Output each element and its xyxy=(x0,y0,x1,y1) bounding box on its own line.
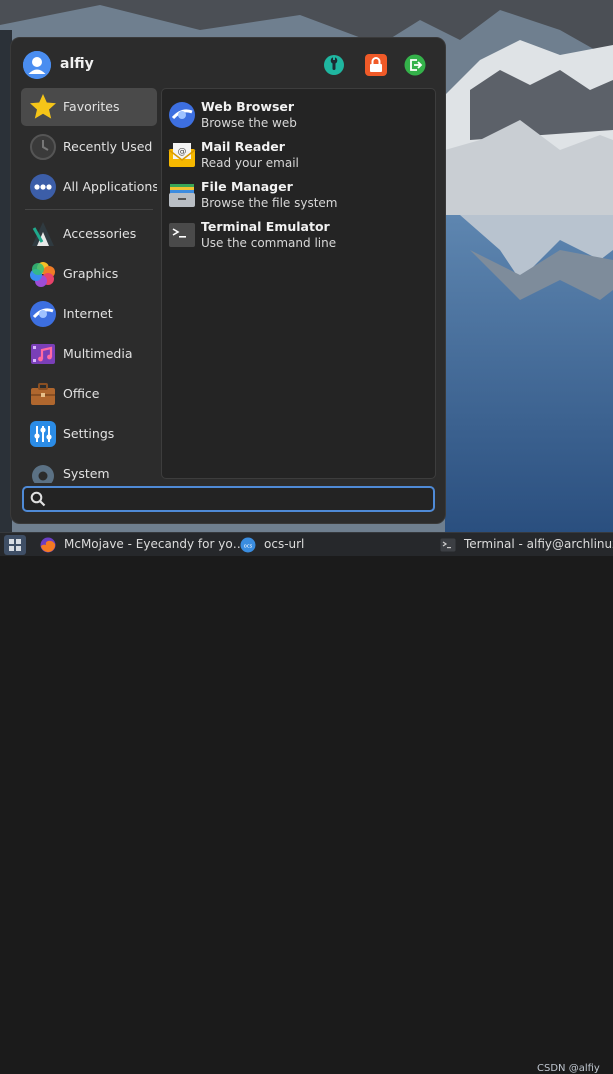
category-system[interactable]: System xyxy=(21,455,157,483)
lock-screen-button[interactable] xyxy=(365,54,387,76)
settings-manager-button[interactable] xyxy=(323,54,345,76)
firefox-icon xyxy=(40,537,56,553)
clock-icon xyxy=(29,133,57,161)
application-menu: alfiy Favorites Recently Used All Applic… xyxy=(10,37,446,524)
category-favorites[interactable]: Favorites xyxy=(21,88,157,126)
category-recently-used[interactable]: Recently Used xyxy=(21,128,157,166)
log-out-button[interactable] xyxy=(404,54,426,76)
category-multimedia[interactable]: Multimedia xyxy=(21,335,157,373)
category-accessories[interactable]: Accessories xyxy=(21,215,157,253)
menu-launcher-button[interactable] xyxy=(4,535,26,555)
terminal-icon xyxy=(440,537,456,553)
lock-icon xyxy=(365,54,387,76)
svg-text:ocs: ocs xyxy=(244,544,253,550)
taskbar-item-ocs-url[interactable]: ocs ocs-url xyxy=(240,533,340,556)
category-sidebar: Favorites Recently Used All Applications… xyxy=(21,88,157,483)
taskbar: McMojave - Eyecandy for yo… ocs ocs-url … xyxy=(0,532,613,1074)
app-mail-reader[interactable]: @ Mail Reader Read your email xyxy=(162,133,435,173)
app-web-browser[interactable]: Web Browser Browse the web xyxy=(162,93,435,133)
category-settings[interactable]: Settings xyxy=(21,415,157,453)
sidebar-separator xyxy=(25,209,153,210)
search-input[interactable] xyxy=(52,490,426,510)
app-terminal-emulator[interactable]: Terminal Emulator Use the command line xyxy=(162,213,435,253)
search-icon xyxy=(30,491,46,507)
logout-icon xyxy=(404,54,426,76)
svg-text:@: @ xyxy=(178,147,187,157)
system-icon xyxy=(29,460,57,483)
wrench-icon xyxy=(324,55,344,75)
menu-header: alfiy xyxy=(23,50,433,80)
username: alfiy xyxy=(60,56,94,72)
mail-reader-icon: @ xyxy=(168,141,196,169)
grid-icon xyxy=(9,539,21,551)
settings-icon xyxy=(29,420,57,448)
star-icon xyxy=(29,93,57,121)
file-manager-icon xyxy=(168,181,196,209)
terminal-icon xyxy=(168,221,196,249)
taskbar-item-terminal[interactable]: Terminal - alfiy@archlinux:~ xyxy=(440,533,613,556)
multimedia-icon xyxy=(29,340,57,368)
office-icon xyxy=(29,380,57,408)
accessories-icon xyxy=(29,220,57,248)
graphics-icon xyxy=(29,260,57,288)
internet-icon xyxy=(29,300,57,328)
category-office[interactable]: Office xyxy=(21,375,157,413)
web-browser-icon xyxy=(168,101,196,129)
taskbar-item-firefox[interactable]: McMojave - Eyecandy for yo… xyxy=(40,533,245,556)
ocs-url-icon: ocs xyxy=(240,537,256,553)
application-list: Web Browser Browse the web @ Mail Reader… xyxy=(161,88,436,479)
category-internet[interactable]: Internet xyxy=(21,295,157,333)
user-avatar-icon[interactable] xyxy=(23,51,51,79)
search-box[interactable] xyxy=(22,486,435,512)
watermark: CSDN @alfiy xyxy=(537,1063,600,1074)
category-graphics[interactable]: Graphics xyxy=(21,255,157,293)
category-all-applications[interactable]: All Applications xyxy=(21,168,157,206)
app-file-manager[interactable]: File Manager Browse the file system xyxy=(162,173,435,213)
all-apps-icon xyxy=(29,173,57,201)
